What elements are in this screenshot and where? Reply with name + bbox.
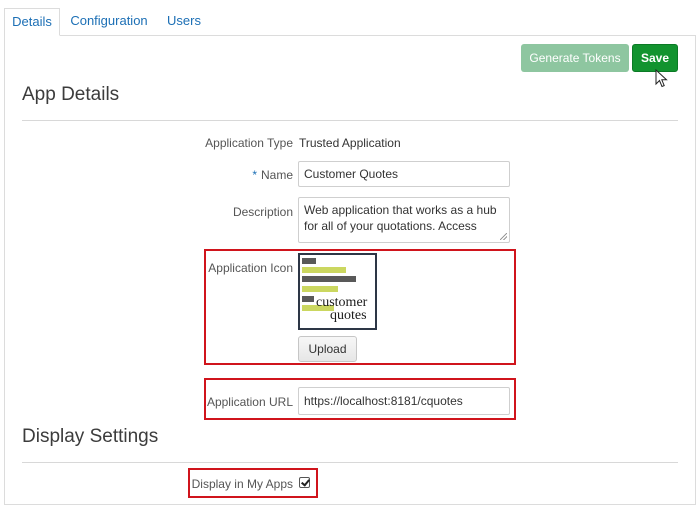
resize-grip-icon[interactable] [500,233,507,240]
application-type-label: Application Type [205,136,293,150]
tab-details[interactable]: Details [4,8,60,36]
display-settings-heading: Display Settings [22,426,159,447]
section-divider [22,120,678,121]
generate-tokens-button[interactable]: Generate Tokens [521,44,629,72]
application-icon-image: customer quotes [298,253,377,330]
logo-bar [302,296,314,302]
save-button[interactable]: Save [632,44,678,72]
tab-users[interactable]: Users [164,8,204,35]
application-url-label: Application URL [206,395,293,409]
description-label: Description [232,205,293,219]
name-label-text: Name [260,168,293,182]
description-textarea[interactable]: Web application that works as a hub for … [298,197,510,243]
app-details-heading: App Details [22,84,120,105]
display-in-my-apps-checkbox[interactable] [299,477,310,488]
tab-bar: Details Configuration Users [4,8,696,36]
application-type-value: Trusted Application [299,136,401,150]
application-icon-label: Application Icon [208,261,293,275]
name-label: * Name [180,168,293,182]
logo-text-quotes: quotes [330,308,367,323]
name-input[interactable] [298,161,510,187]
tab-configuration[interactable]: Configuration [68,8,150,35]
logo-bar [302,267,346,273]
required-marker: * [252,168,257,182]
logo-bar [302,276,356,282]
application-url-input[interactable] [298,387,510,415]
display-in-my-apps-label: Display in My Apps [191,477,293,491]
section-divider [22,462,678,463]
logo-bar [302,286,338,292]
logo-bar [302,258,316,264]
upload-button[interactable]: Upload [298,336,357,362]
mouse-pointer-icon [655,69,668,88]
